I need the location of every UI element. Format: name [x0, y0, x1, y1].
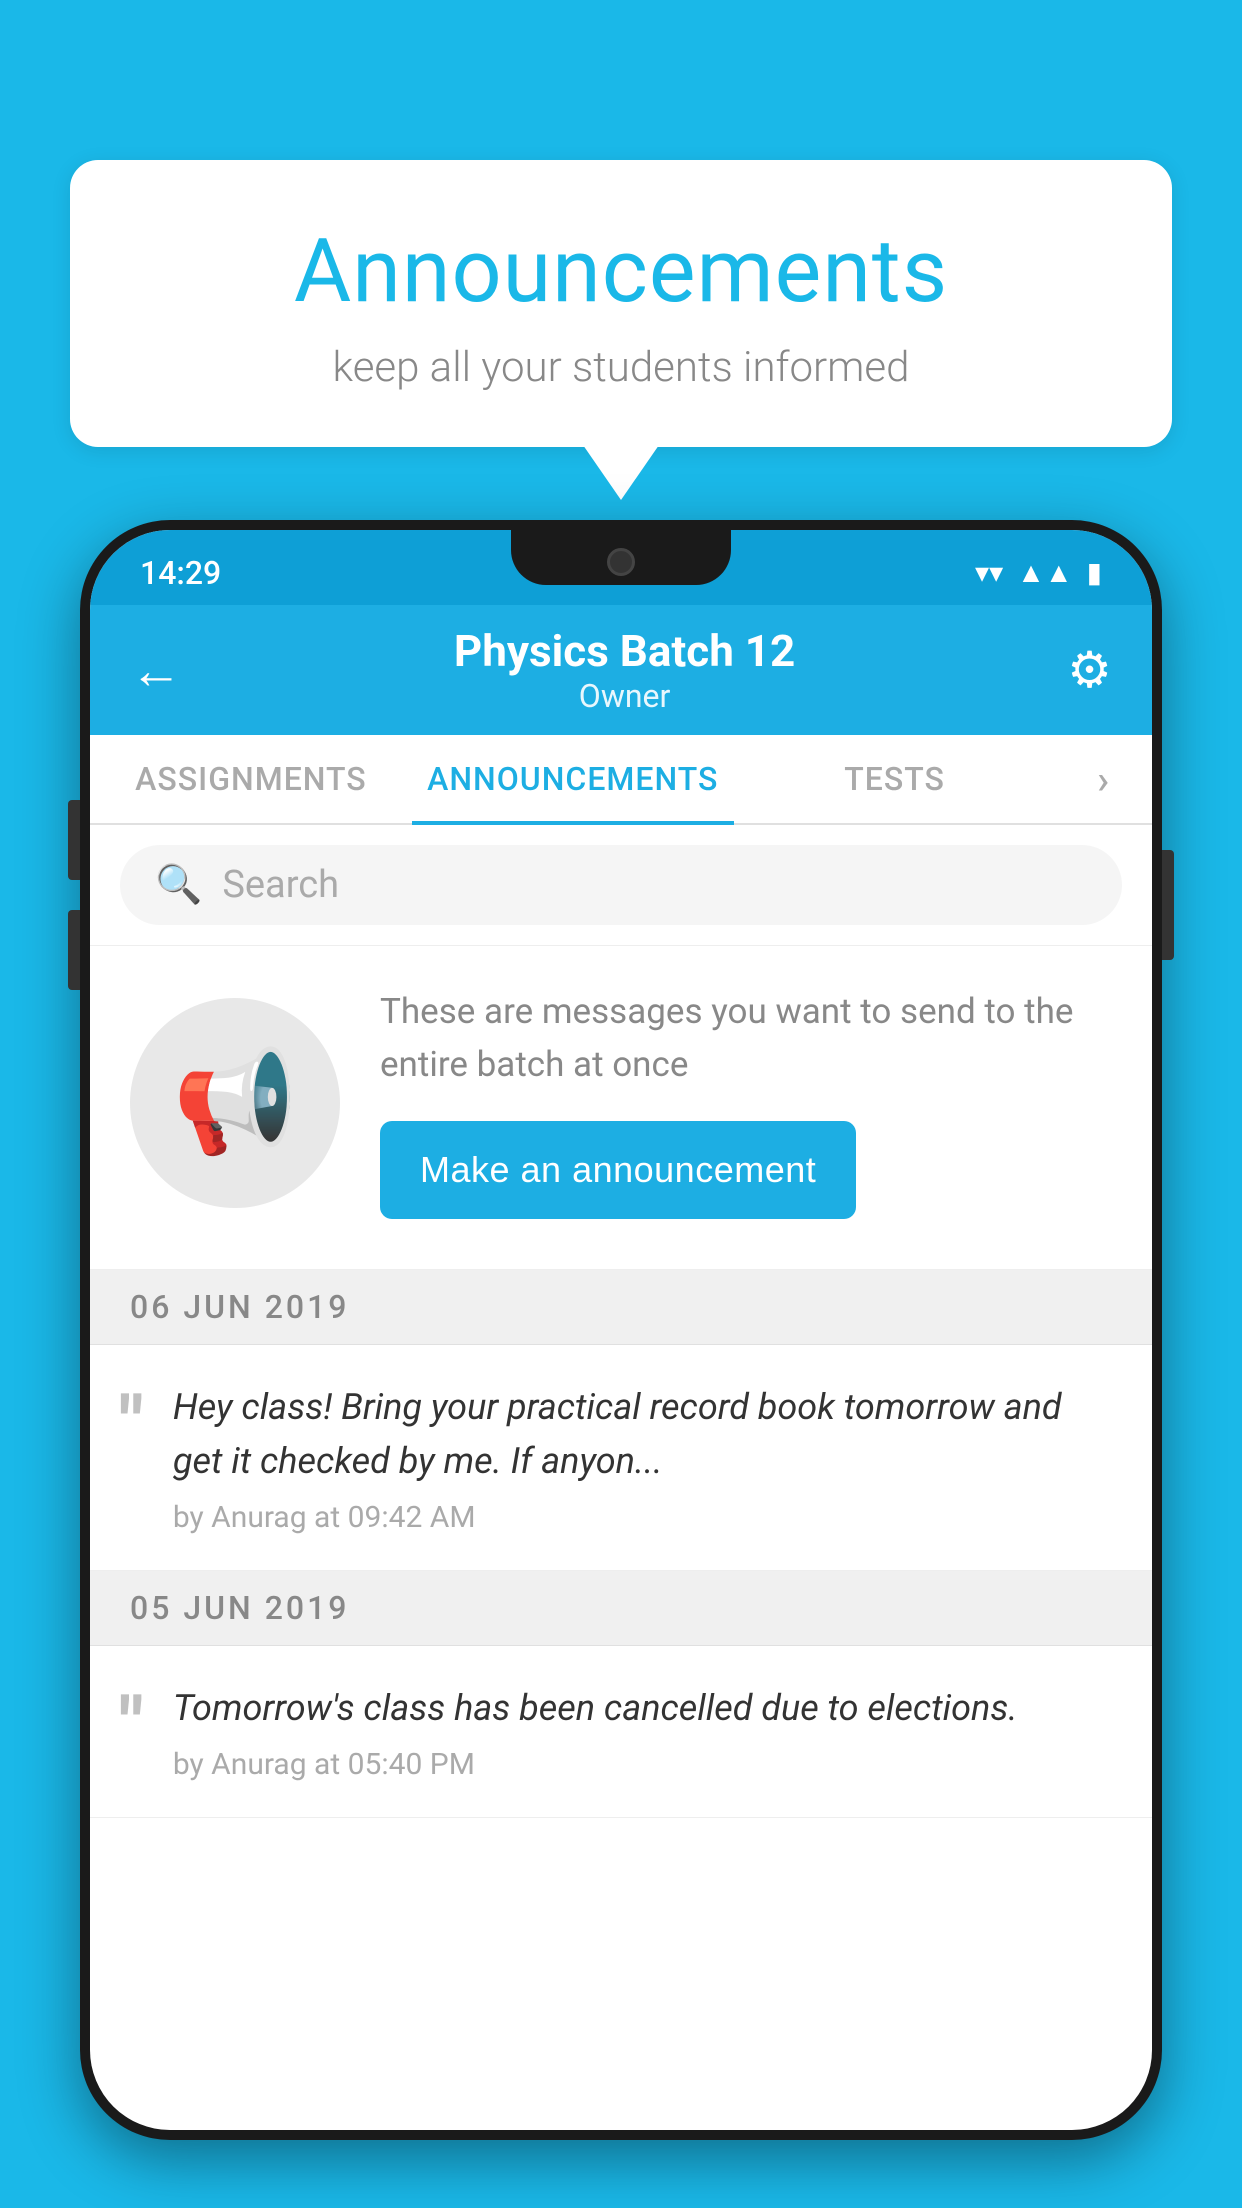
battery-icon: ▮: [1087, 556, 1102, 589]
announcement-text-2: Tomorrow's class has been cancelled due …: [173, 1681, 1117, 1735]
tabs-bar: ASSIGNMENTS ANNOUNCEMENTS TESTS ›: [90, 735, 1152, 825]
announcement-item-1[interactable]: " Hey class! Bring your practical record…: [90, 1345, 1152, 1571]
announcement-item-2[interactable]: " Tomorrow's class has been cancelled du…: [90, 1646, 1152, 1818]
announcement-content-2: Tomorrow's class has been cancelled due …: [173, 1681, 1117, 1782]
front-camera: [607, 548, 635, 576]
volume-up-button: [68, 800, 80, 880]
tab-announcements[interactable]: ANNOUNCEMENTS: [412, 735, 734, 823]
date-separator-1: 06 JUN 2019: [90, 1270, 1152, 1345]
megaphone-icon: 📢: [173, 1044, 298, 1161]
announcement-author-2: by Anurag at 05:40 PM: [173, 1747, 1117, 1782]
make-announcement-button[interactable]: Make an announcement: [380, 1121, 856, 1219]
quote-icon-2: ": [120, 1689, 143, 1761]
bubble-title: Announcements: [150, 220, 1092, 323]
settings-icon[interactable]: ⚙: [1067, 641, 1112, 700]
search-placeholder: Search: [222, 863, 339, 907]
date-label-2: 05 JUN 2019: [130, 1589, 349, 1627]
back-button[interactable]: ←: [130, 640, 182, 701]
date-label-1: 06 JUN 2019: [130, 1288, 349, 1326]
phone-container: 14:29 ▾▾ ▲▲ ▮ ← Physics Batch 12 Owner ⚙: [80, 520, 1162, 2208]
announcement-text-1: Hey class! Bring your practical record b…: [173, 1380, 1117, 1488]
header-title: Physics Batch 12: [454, 625, 795, 677]
announcement-prompt: 📢 These are messages you want to send to…: [90, 946, 1152, 1270]
speech-bubble-section: Announcements keep all your students inf…: [70, 160, 1172, 500]
search-icon: 🔍: [155, 863, 202, 907]
phone-screen: 14:29 ▾▾ ▲▲ ▮ ← Physics Batch 12 Owner ⚙: [90, 530, 1152, 2130]
wifi-icon: ▾▾: [975, 556, 1003, 589]
tab-assignments[interactable]: ASSIGNMENTS: [90, 735, 412, 823]
header-title-block: Physics Batch 12 Owner: [454, 625, 795, 715]
bubble-subtitle: keep all your students informed: [150, 343, 1092, 392]
speech-bubble-card: Announcements keep all your students inf…: [70, 160, 1172, 447]
power-button: [1162, 850, 1174, 960]
announcement-description: These are messages you want to send to t…: [380, 986, 1112, 1091]
header-subtitle: Owner: [454, 677, 795, 715]
date-separator-2: 05 JUN 2019: [90, 1571, 1152, 1646]
search-container: 🔍 Search: [90, 825, 1152, 946]
phone-frame: 14:29 ▾▾ ▲▲ ▮ ← Physics Batch 12 Owner ⚙: [80, 520, 1162, 2140]
phone-notch: [511, 530, 731, 585]
tab-tests[interactable]: TESTS: [734, 735, 1056, 823]
megaphone-circle: 📢: [130, 998, 340, 1208]
status-icons: ▾▾ ▲▲ ▮: [975, 556, 1102, 589]
quote-icon-1: ": [120, 1388, 143, 1460]
announcement-right: These are messages you want to send to t…: [380, 986, 1112, 1219]
announcement-author-1: by Anurag at 09:42 AM: [173, 1500, 1117, 1535]
signal-icon: ▲▲: [1017, 556, 1072, 589]
speech-bubble-tail: [583, 445, 659, 500]
status-time: 14:29: [140, 554, 221, 592]
volume-down-button: [68, 910, 80, 990]
app-header: ← Physics Batch 12 Owner ⚙: [90, 605, 1152, 735]
tab-more[interactable]: ›: [1055, 735, 1152, 823]
announcement-content-1: Hey class! Bring your practical record b…: [173, 1380, 1117, 1535]
search-box[interactable]: 🔍 Search: [120, 845, 1122, 925]
